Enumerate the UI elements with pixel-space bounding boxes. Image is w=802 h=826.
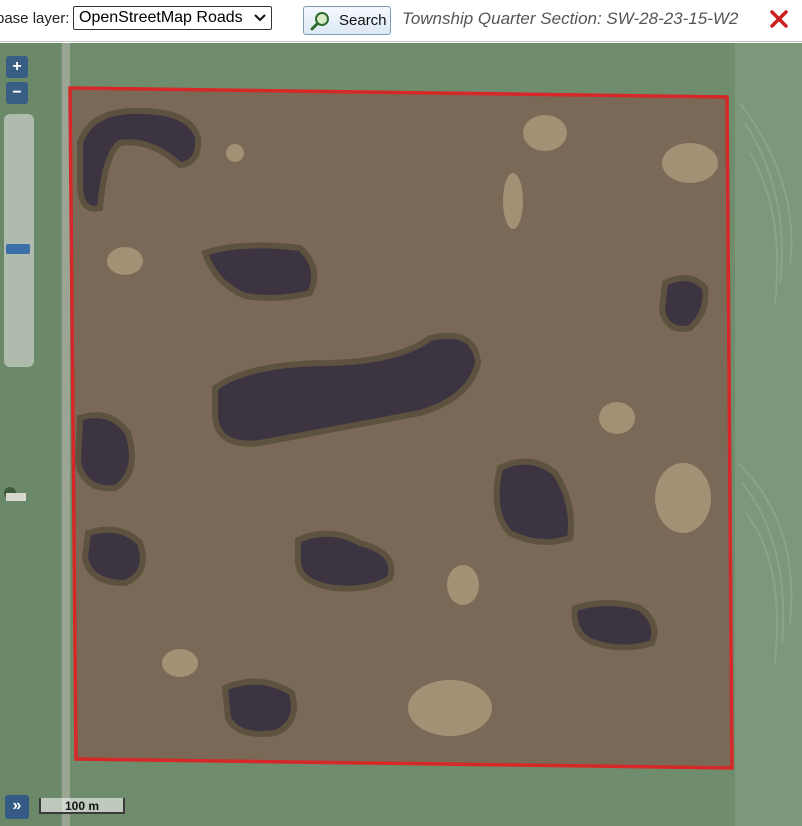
satellite-map[interactable]: + − » 100 m bbox=[0, 43, 802, 826]
base-layer-select[interactable]: OpenStreetMap Roads bbox=[73, 6, 272, 30]
map-toolbar: base layer: OpenStreetMap Roads Search T… bbox=[0, 0, 802, 42]
magnifier-icon bbox=[310, 12, 329, 31]
zoom-slider-handle[interactable] bbox=[6, 244, 30, 255]
layer-switcher-expand-button[interactable]: » bbox=[5, 795, 29, 819]
search-button-label: Search bbox=[339, 12, 387, 29]
close-x-icon[interactable] bbox=[770, 10, 788, 28]
zoom-slider-track[interactable] bbox=[4, 114, 34, 367]
base-layer-label: base layer: bbox=[0, 10, 70, 27]
satellite-imagery bbox=[0, 43, 802, 826]
zoom-out-button[interactable]: − bbox=[6, 82, 28, 104]
chevron-down-icon bbox=[254, 14, 266, 22]
scale-label: 100 m bbox=[64, 799, 100, 813]
zoom-in-button[interactable]: + bbox=[6, 56, 28, 78]
search-button[interactable]: Search bbox=[303, 6, 391, 35]
quarter-section-title: Township Quarter Section: SW-28-23-15-W2 bbox=[402, 9, 739, 28]
scale-bar: 100 m bbox=[39, 798, 125, 814]
base-layer-selected-value: OpenStreetMap Roads bbox=[79, 9, 243, 26]
